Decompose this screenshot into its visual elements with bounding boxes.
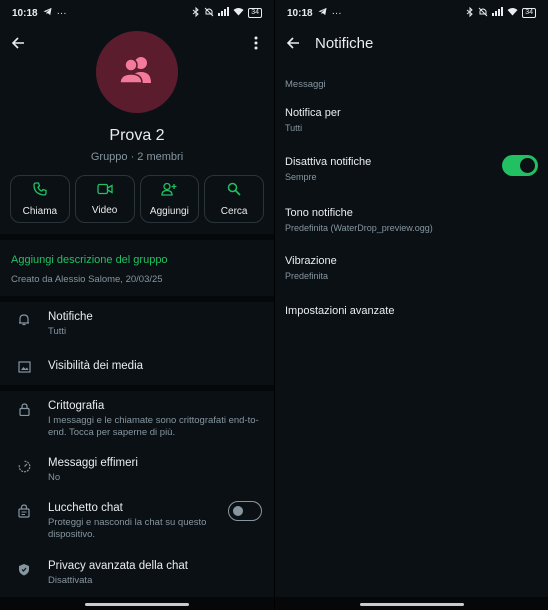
signal-icon bbox=[218, 7, 230, 19]
mute-sub: Sempre bbox=[285, 172, 317, 182]
notify-for-item[interactable]: Notifica per Tutti bbox=[285, 107, 538, 134]
wifi-icon bbox=[507, 7, 518, 19]
top-bar: Notifiche bbox=[275, 26, 548, 60]
group-info-screen: 10:18 ··· 34 Prova 2 Gruppo · 2 membri C… bbox=[0, 0, 274, 610]
toggle-knob bbox=[233, 506, 243, 516]
toggle-knob bbox=[520, 158, 535, 173]
bell-icon bbox=[17, 312, 31, 326]
signal-icon bbox=[492, 7, 504, 19]
add-button[interactable]: Aggiungi bbox=[139, 175, 200, 223]
advanced-settings-item[interactable]: Impostazioni avanzate bbox=[285, 305, 538, 317]
section-divider bbox=[0, 234, 274, 240]
search-icon bbox=[227, 182, 241, 201]
add-description-link[interactable]: Aggiungi descrizione del gruppo bbox=[11, 254, 168, 266]
disappearing-title: Messaggi effimeri bbox=[48, 457, 138, 469]
tone-sub: Predefinita (WaterDrop_preview.ogg) bbox=[285, 223, 433, 233]
bluetooth-icon bbox=[192, 6, 200, 20]
status-time: 10:18 bbox=[287, 7, 313, 19]
notifications-sub: Tutti bbox=[48, 326, 67, 337]
notifications-title: Notifiche bbox=[48, 311, 93, 323]
timer-icon bbox=[17, 459, 31, 473]
chat-lock-title: Lucchetto chat bbox=[48, 502, 123, 514]
status-bar: 10:18 ··· 34 bbox=[275, 0, 548, 26]
chat-lock-row[interactable]: Lucchetto chat Proteggi e nascondi la ch… bbox=[0, 497, 274, 549]
encryption-sub: I messaggi e le chiamate sono crittograf… bbox=[48, 415, 259, 438]
mute-title: Disattiva notifiche bbox=[285, 156, 372, 168]
tone-title: Tono notifiche bbox=[285, 207, 353, 219]
media-visibility-row[interactable]: Visibilità dei media bbox=[0, 352, 274, 382]
add-person-icon bbox=[161, 182, 177, 201]
media-visibility-title: Visibilità dei media bbox=[48, 360, 144, 372]
video-button[interactable]: Video bbox=[74, 175, 135, 223]
created-by-text: Creato da Alessio Salome, 20/03/25 bbox=[11, 274, 163, 285]
vibration-sub: Predefinita bbox=[285, 271, 329, 281]
group-icon bbox=[119, 56, 155, 89]
section-divider bbox=[0, 385, 274, 391]
disappearing-sub: No bbox=[48, 472, 61, 483]
group-subtitle: Gruppo · 2 membri bbox=[90, 151, 184, 163]
status-dots: ··· bbox=[56, 7, 67, 19]
add-label: Aggiungi bbox=[149, 205, 189, 217]
wifi-icon bbox=[233, 7, 244, 19]
lock-icon bbox=[17, 402, 31, 416]
image-icon bbox=[17, 360, 31, 374]
more-options-icon[interactable] bbox=[246, 33, 266, 53]
notifications-row[interactable]: Notifiche Tutti bbox=[0, 306, 274, 346]
telegram-icon bbox=[318, 7, 327, 19]
mute-status-icon bbox=[204, 7, 214, 20]
battery-icon: 34 bbox=[522, 8, 536, 18]
encryption-row[interactable]: Crittografia I messaggi e le chiamate so… bbox=[0, 395, 274, 445]
status-bar: 10:18 ··· 34 bbox=[0, 0, 274, 26]
status-dots: ··· bbox=[331, 7, 342, 19]
mute-notifications-item[interactable]: Disattiva notifiche Sempre bbox=[285, 155, 538, 183]
phone-icon bbox=[33, 181, 47, 201]
home-indicator[interactable] bbox=[359, 603, 464, 606]
notifications-screen: 10:18 ··· 34 Notifiche Messaggi Notifica… bbox=[275, 0, 548, 610]
home-indicator[interactable] bbox=[85, 603, 189, 606]
vibration-title: Vibrazione bbox=[285, 255, 337, 267]
mute-toggle[interactable] bbox=[502, 155, 538, 176]
advanced-privacy-sub: Disattivata bbox=[48, 575, 93, 586]
page-title: Notifiche bbox=[315, 34, 374, 52]
group-avatar[interactable] bbox=[96, 31, 178, 113]
status-time: 10:18 bbox=[12, 7, 38, 19]
back-arrow-icon[interactable] bbox=[283, 33, 303, 53]
disappearing-messages-row[interactable]: Messaggi effimeri No bbox=[0, 452, 274, 488]
vibration-item[interactable]: Vibrazione Predefinita bbox=[285, 255, 538, 282]
video-label: Video bbox=[91, 205, 118, 216]
advanced-privacy-row[interactable]: Privacy avanzata della chat Disattivata bbox=[0, 555, 274, 591]
advanced-privacy-title: Privacy avanzata della chat bbox=[48, 560, 188, 572]
notify-for-title: Notifica per bbox=[285, 107, 341, 119]
shield-icon bbox=[17, 562, 31, 576]
battery-icon: 34 bbox=[248, 8, 262, 18]
call-label: Chiama bbox=[22, 205, 58, 217]
group-name: Prova 2 bbox=[109, 127, 165, 144]
notification-tone-item[interactable]: Tono notifiche Predefinita (WaterDrop_pr… bbox=[285, 207, 538, 234]
encryption-title: Crittografia bbox=[48, 400, 105, 412]
chat-lock-sub: Proteggi e nascondi la chat su questo di… bbox=[48, 517, 207, 540]
notify-for-sub: Tutti bbox=[285, 123, 303, 133]
section-divider bbox=[0, 296, 274, 302]
chat-lock-icon bbox=[17, 504, 31, 518]
video-icon bbox=[96, 182, 113, 200]
action-buttons: Chiama Video Aggiungi Cerca bbox=[10, 175, 264, 223]
search-label: Cerca bbox=[220, 205, 248, 217]
chat-lock-toggle[interactable] bbox=[228, 501, 262, 521]
advanced-settings-title: Impostazioni avanzate bbox=[285, 305, 395, 317]
search-button[interactable]: Cerca bbox=[204, 175, 264, 223]
section-label: Messaggi bbox=[285, 79, 326, 90]
call-button[interactable]: Chiama bbox=[10, 175, 70, 223]
bluetooth-icon bbox=[466, 6, 474, 20]
mute-status-icon bbox=[478, 7, 488, 20]
telegram-icon bbox=[43, 7, 52, 19]
back-arrow-icon[interactable] bbox=[8, 33, 28, 53]
